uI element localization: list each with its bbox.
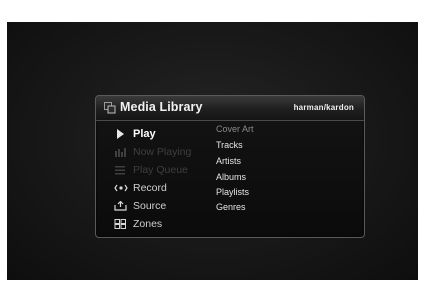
- panel-title: Media Library: [120, 100, 203, 114]
- submenu-item-artists[interactable]: Artists: [216, 156, 241, 166]
- submenu-item-playlists[interactable]: Playlists: [216, 187, 249, 197]
- menu-item-label: Now Playing: [133, 146, 192, 158]
- submenu-item-cover-art[interactable]: Cover Art: [216, 124, 254, 134]
- record-icon: [114, 183, 128, 193]
- source-icon: [114, 200, 128, 211]
- brand-logo: harman/kardon: [293, 103, 354, 112]
- now-playing-icon: [114, 147, 128, 157]
- menu-item-label: Zones: [133, 218, 163, 230]
- zones-icon: [114, 219, 128, 229]
- panel-header: Media Library harman/kardon: [96, 96, 364, 121]
- play-icon: [114, 129, 128, 139]
- menu-item-label: Play Queue: [133, 164, 188, 176]
- menu-item-source[interactable]: Source: [114, 197, 214, 215]
- menu-item-zones[interactable]: Zones: [114, 215, 214, 233]
- menu-item-record[interactable]: Record: [114, 179, 214, 197]
- submenu-item-tracks[interactable]: Tracks: [216, 140, 243, 150]
- submenu-item-genres[interactable]: Genres: [216, 202, 246, 212]
- tv-screen: Media Library harman/kardon Play Now Pla…: [7, 22, 418, 280]
- menu-item-play-queue[interactable]: Play Queue: [114, 161, 214, 179]
- menu-item-play[interactable]: Play: [114, 125, 214, 143]
- menu-item-label: Play: [133, 128, 156, 140]
- main-menu: Play Now Playing Play Queue Record Sourc…: [96, 120, 216, 237]
- menu-item-label: Source: [133, 200, 167, 212]
- queue-icon: [114, 165, 128, 175]
- menu-item-now-playing[interactable]: Now Playing: [114, 143, 214, 161]
- media-library-panel: Media Library harman/kardon Play Now Pla…: [95, 95, 365, 238]
- submenu: Cover Art Tracks Artists Albums Playlist…: [216, 120, 356, 237]
- library-icon: [104, 102, 116, 114]
- menu-item-label: Record: [133, 182, 167, 194]
- submenu-item-albums[interactable]: Albums: [216, 172, 246, 182]
